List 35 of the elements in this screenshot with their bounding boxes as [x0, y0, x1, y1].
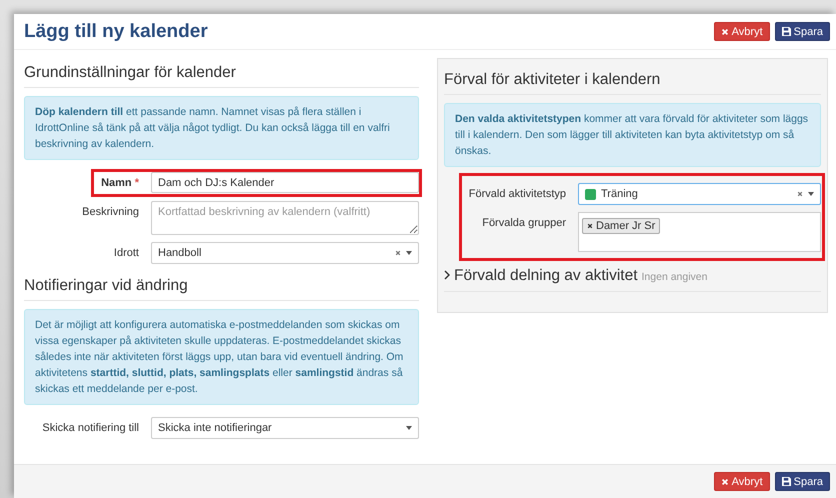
close-icon: [395, 250, 401, 256]
section-heading: Notifieringar vid ändring: [24, 271, 419, 301]
save-button[interactable]: Spara: [774, 22, 830, 41]
caret-icon: [406, 426, 412, 430]
info-message: Det är möjligt att konfigurera automatiska e-postmeddelanden som skickas om vissa egenskaper på aktiviteten skulle uppdateras. E-postmeddelandet skickas således inte när aktiviteten först läggs upp, utan bara vid eventuell ändring. Om aktivitetens starttid, sluttid, plats, samlingsplats eller samlingstid ändras så skickas ett meddelande per e-post.: [24, 309, 419, 405]
sport-select[interactable]: Handboll: [151, 242, 419, 264]
info-message: Den valda aktivitetstypen kommer att vara förvald för aktiviteter som läggs till i kalendern. Den som lägger till aktiviteten kan byta aktivitetstyp om så önskas.: [444, 103, 821, 167]
sharing-status: Ingen angiven: [642, 271, 708, 283]
close-icon: [720, 28, 729, 36]
field-label: Idrott: [112, 246, 140, 261]
section-heading: Grundinställningar för kalender: [24, 58, 419, 88]
group-tag[interactable]: Damer Jr Sr: [582, 218, 660, 234]
cancel-button[interactable]: Avbryt: [714, 472, 770, 491]
close-icon: [720, 478, 729, 486]
field-label: Namn *: [100, 176, 140, 191]
sharing-heading[interactable]: Förvald delning av aktivitet: [454, 267, 638, 285]
notification-select[interactable]: Skicka inte notifieringar: [151, 417, 419, 439]
info-message: Döp kalendern till ett passande namn. Namnet visas på flera ställen i IdrottOnline så tänk på att välja något tydligt. Du kan också lägga till en valfri beskrivning av kalendern.: [24, 96, 419, 160]
close-icon: [587, 223, 593, 229]
save-button[interactable]: Spara: [774, 472, 830, 491]
close-icon: [797, 191, 803, 197]
field-label: Beskrivning: [81, 205, 140, 220]
cancel-button[interactable]: Avbryt: [714, 22, 770, 41]
groups-field[interactable]: Damer Jr Sr: [578, 212, 821, 252]
field-label: Förvald aktivitetstyp: [468, 187, 567, 202]
caret-icon: [406, 251, 412, 255]
activity-type-select[interactable]: Träning: [578, 183, 821, 205]
dialog-title: Lägg till ny kalender: [24, 20, 208, 42]
chevron-icon[interactable]: [444, 270, 450, 280]
description-field[interactable]: Kortfattad beskrivning av kalendern (valfritt): [151, 201, 419, 235]
field-label: Skicka notifiering till: [41, 421, 140, 436]
caret-icon: [808, 192, 814, 196]
section-heading: Förval för aktiviteter i kalendern: [444, 59, 821, 95]
name-field[interactable]: Dam och DJ:s Kalender: [151, 172, 419, 193]
field-label: Förvalda grupper: [481, 216, 567, 231]
